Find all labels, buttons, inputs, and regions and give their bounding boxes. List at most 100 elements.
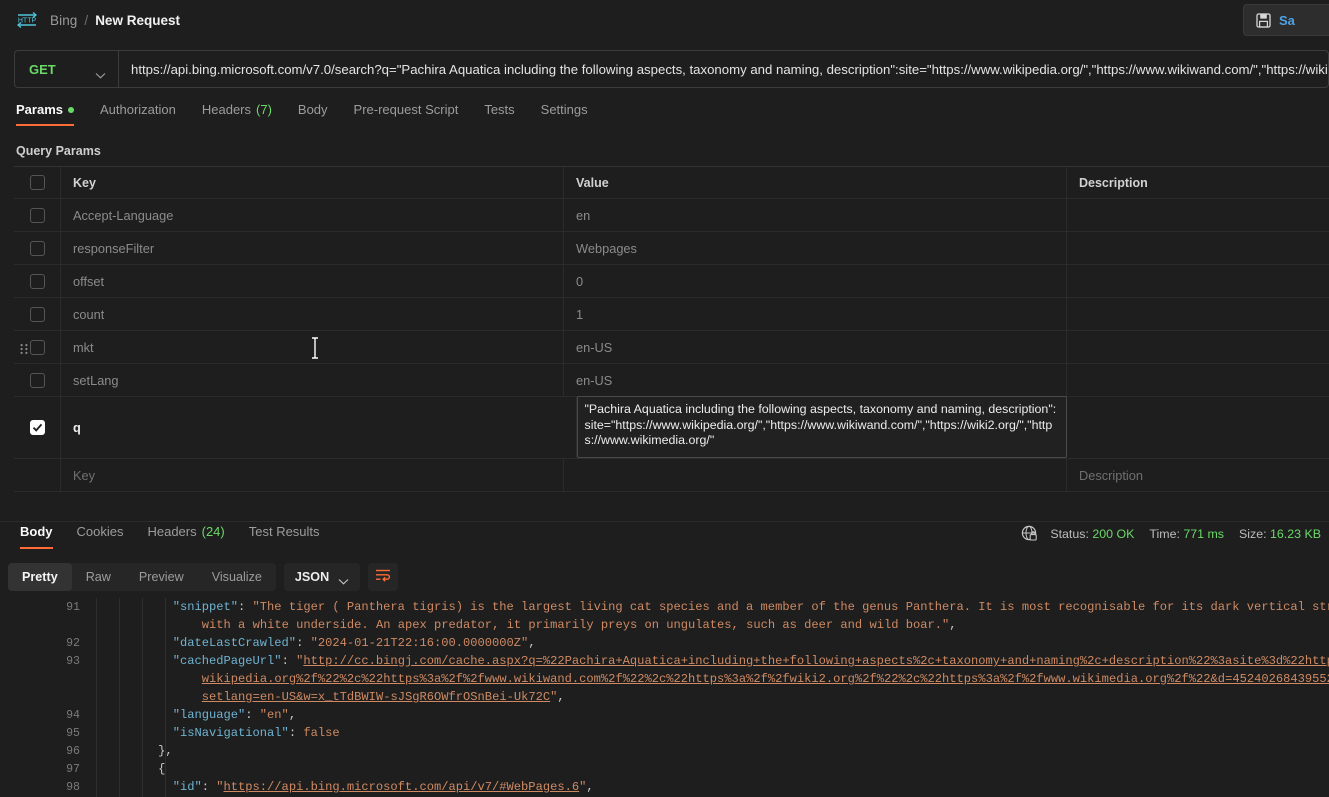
param-key-cell[interactable]: responseFilter	[61, 232, 564, 264]
table-row: count 1	[14, 298, 1329, 331]
param-key-cell[interactable]: q	[61, 397, 577, 458]
response-tab-cookies[interactable]: Cookies	[65, 522, 136, 549]
tab-headers[interactable]: Headers (7)	[189, 102, 285, 126]
method-selector[interactable]: GET	[15, 51, 119, 87]
row-checkbox[interactable]	[29, 372, 45, 388]
code-token: ,	[949, 618, 957, 632]
tab-body-label: Body	[297, 102, 328, 117]
param-description-cell[interactable]	[1067, 364, 1329, 396]
response-tab-test-results-label: Test Results	[248, 524, 320, 539]
param-value-cell[interactable]: Webpages	[564, 232, 1067, 264]
param-description-cell[interactable]	[1067, 397, 1329, 458]
code-token: "language"	[172, 708, 246, 722]
row-checkbox-cell	[14, 265, 61, 297]
view-mode-preview[interactable]: Preview	[125, 563, 198, 591]
param-key: offset	[73, 273, 105, 289]
code-token: with a white underside. An apex predator…	[201, 618, 950, 632]
tab-body[interactable]: Body	[285, 102, 341, 126]
param-key-cell[interactable]: setLang	[61, 364, 564, 396]
row-checkbox[interactable]	[29, 207, 45, 223]
param-value: en	[576, 207, 591, 223]
code-token: :	[238, 600, 253, 614]
param-value-cell[interactable]: 1	[564, 298, 1067, 330]
breadcrumb-request-name[interactable]: New Request	[95, 13, 180, 28]
tab-pre-request-script[interactable]: Pre-request Script	[341, 102, 472, 126]
response-tab-headers[interactable]: Headers (24)	[135, 522, 236, 549]
response-meta: Status: 200 OK Time: 771 ms Size: 16.23 …	[1021, 525, 1321, 542]
param-key: count	[73, 306, 105, 322]
column-header-description: Description	[1079, 175, 1148, 190]
param-value-cell-focused[interactable]: "Pachira Aquatica including the followin…	[576, 396, 1067, 458]
code-token: :	[296, 636, 311, 650]
row-checkbox-checked[interactable]	[29, 420, 45, 435]
table-header-row: Key Value Description	[14, 167, 1329, 199]
view-mode-raw[interactable]: Raw	[72, 563, 125, 591]
tab-settings[interactable]: Settings	[528, 102, 601, 126]
new-param-key-cell[interactable]: Key	[61, 459, 564, 491]
globe-lock-icon[interactable]	[1021, 525, 1038, 542]
param-description-cell[interactable]	[1067, 265, 1329, 297]
new-param-value-cell[interactable]	[564, 459, 1067, 491]
table-row: offset 0	[14, 265, 1329, 298]
row-checkbox-cell	[14, 298, 61, 330]
param-description-cell[interactable]	[1067, 232, 1329, 264]
param-description-cell[interactable]	[1067, 331, 1329, 363]
format-label: JSON	[294, 570, 330, 584]
param-value-cell[interactable]: en-US	[564, 331, 1067, 363]
param-key-cell[interactable]: count	[61, 298, 564, 330]
response-tab-body[interactable]: Body	[8, 522, 65, 549]
tab-authorization[interactable]: Authorization	[87, 102, 189, 126]
param-key: Accept-Language	[73, 207, 174, 223]
param-key-cell[interactable]: offset	[61, 265, 564, 297]
tab-params[interactable]: Params	[14, 102, 87, 126]
code-line: wikipedia.org%2f%22%2c%22https%3a%2f%2fw…	[0, 670, 1329, 688]
code-lines: "snippet": "The tiger ( Panthera tigris)…	[0, 598, 1329, 796]
code-link[interactable]: setlang=en-US&w=x_tTdBWIW-sJSgR6OWfrOSnB…	[202, 690, 550, 704]
word-wrap-button[interactable]	[368, 563, 399, 591]
response-tab-test-results[interactable]: Test Results	[237, 522, 332, 549]
tab-headers-label: Headers	[201, 102, 252, 117]
param-key-cell[interactable]: mkt	[61, 331, 564, 363]
code-token: "dateLastCrawled"	[172, 636, 297, 650]
code-link[interactable]: wikipedia.org%2f%22%2c%22https%3a%2f%2fw…	[202, 672, 1329, 686]
code-link[interactable]: https://api.bing.microsoft.com/api/v7/#W…	[224, 780, 580, 794]
param-value-cell[interactable]: en-US	[564, 364, 1067, 396]
table-row: mkt en-US	[14, 331, 1329, 364]
param-value: en-US	[576, 339, 613, 355]
param-description-cell[interactable]	[1067, 298, 1329, 330]
tab-headers-count: (7)	[256, 102, 272, 117]
response-code-viewer[interactable]: 91 92 93 94 95 96 97 98 "snippet": "The tiger (…	[0, 598, 1329, 797]
size-badge: Size: 16.23 KB	[1239, 527, 1321, 541]
param-key-cell[interactable]: Accept-Language	[61, 199, 564, 231]
code-link[interactable]: http://cc.bingj.com/cache.aspx?q=%22Pach…	[303, 654, 1329, 668]
code-token: "2024-01-21T22:16:00.0000000Z"	[310, 636, 529, 650]
select-all-checkbox[interactable]	[29, 175, 45, 190]
tab-tests[interactable]: Tests	[471, 102, 527, 126]
row-checkbox[interactable]	[29, 306, 45, 322]
table-row-new: Key Description	[14, 459, 1329, 492]
param-value-cell[interactable]: 0	[564, 265, 1067, 297]
table-row: Accept-Language en	[14, 199, 1329, 232]
view-mode-visualize[interactable]: Visualize	[198, 563, 276, 591]
save-button[interactable]: Sa	[1243, 4, 1329, 36]
format-selector[interactable]: JSON	[283, 563, 361, 591]
code-token: :	[288, 726, 304, 740]
status-value: 200 OK	[1092, 526, 1135, 541]
view-mode-pretty[interactable]: Pretty	[8, 563, 72, 591]
param-value-textarea[interactable]: "Pachira Aquatica including the followin…	[576, 396, 1067, 458]
code-line: {	[0, 760, 1329, 778]
param-description-cell[interactable]	[1067, 199, 1329, 231]
breadcrumb-separator: /	[84, 12, 89, 28]
row-checkbox[interactable]	[29, 339, 45, 355]
row-checkbox-cell	[14, 397, 61, 458]
size-value: 16.23 KB	[1270, 526, 1321, 541]
row-checkbox[interactable]	[29, 273, 45, 289]
param-value-cell[interactable]: en	[564, 199, 1067, 231]
row-checkbox[interactable]	[29, 240, 45, 256]
save-button-label: Sa	[1279, 12, 1295, 28]
url-input[interactable]: https://api.bing.microsoft.com/v7.0/sear…	[119, 51, 1328, 87]
breadcrumb-collection[interactable]: Bing	[50, 13, 77, 28]
drag-handle-icon[interactable]	[20, 342, 28, 354]
new-param-description-cell[interactable]: Description	[1067, 459, 1329, 491]
query-params-table: Key Value Description Accept-Language en…	[14, 166, 1329, 492]
